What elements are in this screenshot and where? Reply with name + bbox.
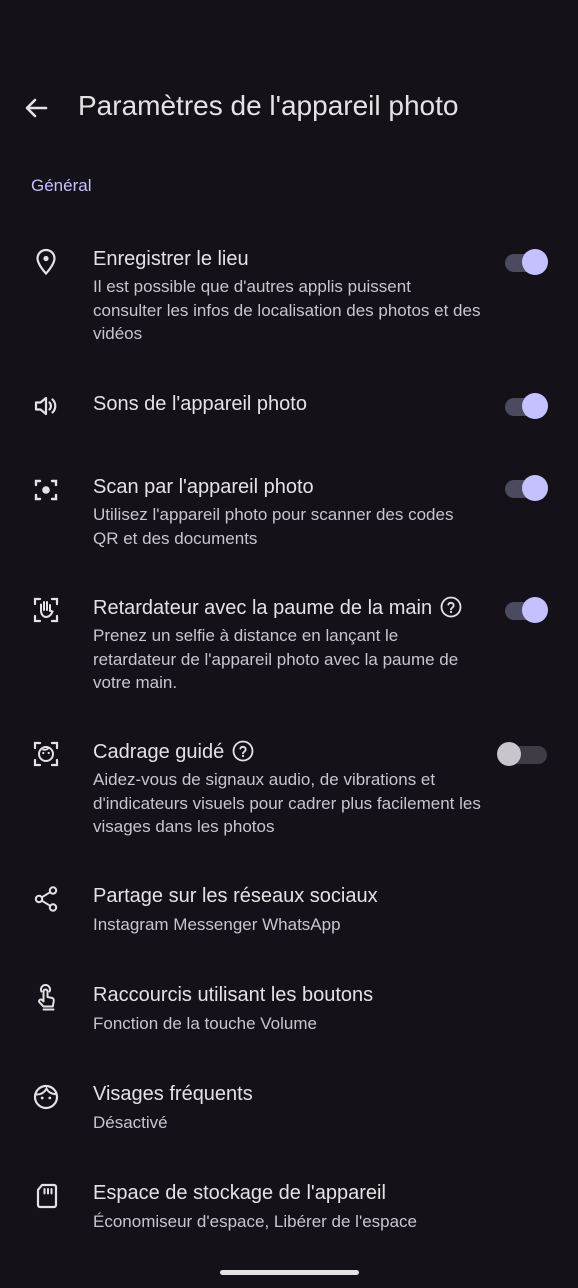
setting-social-sharing[interactable]: Partage sur les réseaux sociaux Instagra… <box>0 883 578 943</box>
setting-subtitle: Aidez-vous de signaux audio, de vibratio… <box>93 770 481 836</box>
gesture-nav-bar[interactable] <box>220 1270 359 1275</box>
setting-button-shortcuts[interactable]: Raccourcis utilisant les boutons Fonctio… <box>0 982 578 1042</box>
section-header-general: Général <box>31 176 92 195</box>
setting-subtitle: Désactivé <box>93 1113 168 1132</box>
setting-title: Enregistrer le lieu <box>93 248 249 270</box>
help-icon[interactable] <box>440 596 462 618</box>
setting-subtitle: Instagram Messenger WhatsApp <box>93 915 341 934</box>
setting-palm-timer[interactable]: Retardateur avec la paume de la main Pre… <box>0 594 578 699</box>
top-app-bar: Paramètres de l'appareil photo <box>0 80 578 140</box>
setting-title: Raccourcis utilisant les boutons <box>93 984 374 1006</box>
setting-device-storage[interactable]: Espace de stockage de l'appareil Économi… <box>0 1180 578 1240</box>
setting-subtitle: Fonction de la touche Volume <box>93 1014 317 1033</box>
camera-sounds-toggle[interactable] <box>505 392 549 420</box>
setting-title: Espace de stockage de l'appareil <box>93 1182 386 1204</box>
setting-subtitle: Utilisez l'appareil photo pour scanner d… <box>93 505 454 548</box>
setting-title: Sons de l'appareil photo <box>93 393 307 415</box>
setting-title: Retardateur avec la paume de la main <box>93 597 433 619</box>
setting-save-location[interactable]: Enregistrer le lieu Il est possible que … <box>0 246 578 356</box>
sd-card-icon <box>30 1180 62 1212</box>
back-arrow-icon[interactable] <box>20 92 52 124</box>
face-frame-icon <box>30 738 62 770</box>
palm-timer-toggle[interactable] <box>505 596 549 624</box>
setting-subtitle: Il est possible que d'autres applis puis… <box>93 277 481 343</box>
setting-title: Scan par l'appareil photo <box>93 476 314 498</box>
face-icon <box>30 1081 62 1113</box>
setting-title: Partage sur les réseaux sociaux <box>93 885 378 907</box>
share-icon <box>30 883 62 915</box>
palm-icon <box>30 594 62 626</box>
setting-frequent-faces[interactable]: Visages fréquents Désactivé <box>0 1081 578 1141</box>
setting-title-wrapper: Retardateur avec la paume de la main <box>93 596 462 620</box>
scan-icon <box>30 474 62 506</box>
speaker-icon <box>30 390 62 422</box>
setting-subtitle: Prenez un selfie à distance en lançant l… <box>93 626 459 692</box>
touch-button-icon <box>30 982 62 1014</box>
setting-subtitle: Économiseur d'espace, Libérer de l'espac… <box>93 1212 418 1231</box>
page-title: Paramètres de l'appareil photo <box>78 90 459 121</box>
location-pin-icon <box>30 246 62 278</box>
guided-frame-toggle[interactable] <box>497 740 549 768</box>
setting-title-wrapper: Cadrage guidé <box>93 740 254 764</box>
setting-camera-sounds[interactable]: Sons de l'appareil photo <box>0 390 578 430</box>
setting-title: Visages fréquents <box>93 1083 253 1105</box>
setting-title: Cadrage guidé <box>93 741 225 763</box>
setting-guided-frame[interactable]: Cadrage guidé Aidez-vous de signaux audi… <box>0 738 578 843</box>
help-icon[interactable] <box>232 740 254 762</box>
save-location-toggle[interactable] <box>505 248 549 276</box>
setting-camera-scan[interactable]: Scan par l'appareil photo Utilisez l'app… <box>0 474 578 554</box>
camera-scan-toggle[interactable] <box>505 474 549 502</box>
